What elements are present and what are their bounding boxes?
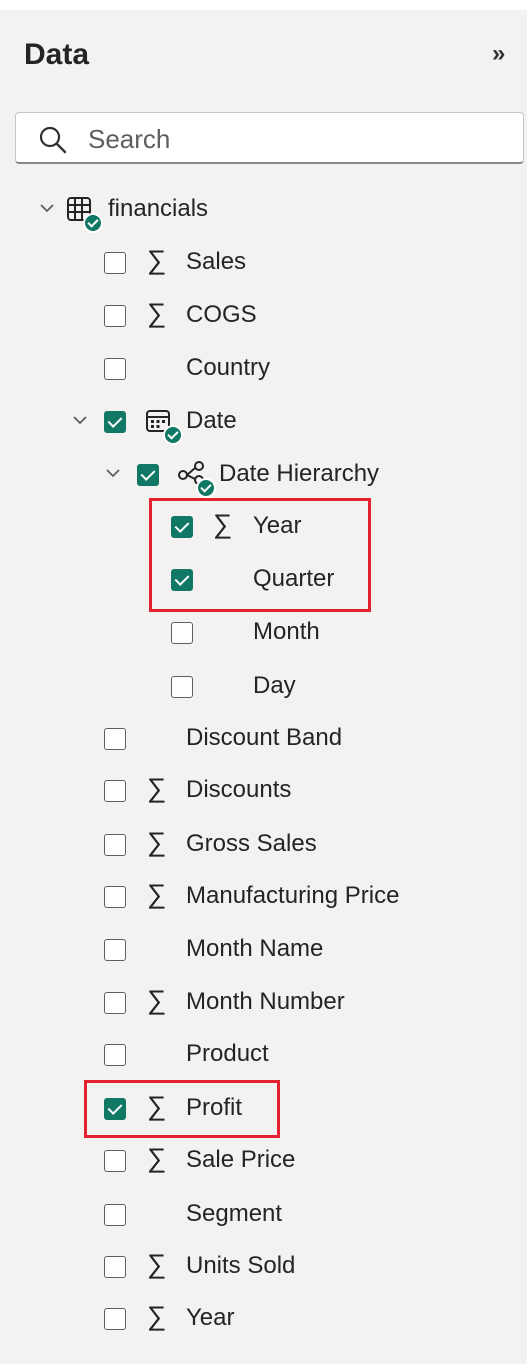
field-checkbox-checked[interactable] [137, 464, 159, 486]
field-row-day[interactable]: Day [0, 663, 527, 713]
field-checkbox[interactable] [171, 622, 193, 644]
field-label: Product [186, 1040, 269, 1067]
field-checkbox[interactable] [171, 676, 193, 698]
field-checkbox[interactable] [104, 1150, 126, 1172]
field-checkbox[interactable] [104, 1204, 126, 1226]
field-label: Units Sold [186, 1252, 296, 1279]
field-row-year[interactable]: ∑ Year [0, 1295, 527, 1345]
field-label: Month Name [186, 935, 324, 962]
table-row-financials[interactable]: financials [0, 186, 527, 236]
chevron-down-icon[interactable] [70, 410, 90, 430]
search-icon [39, 126, 67, 154]
field-label: Manufacturing Price [186, 882, 400, 909]
field-checkbox[interactable] [104, 252, 126, 274]
field-label: Date Hierarchy [219, 460, 380, 487]
field-checkbox[interactable] [104, 358, 126, 380]
sigma-icon: ∑ [147, 879, 167, 909]
sigma-icon: ∑ [147, 1301, 167, 1331]
sigma-icon: ∑ [147, 298, 167, 328]
field-checkbox[interactable] [104, 834, 126, 856]
field-label: Discount Band [186, 724, 343, 751]
sigma-icon: ∑ [147, 1143, 167, 1173]
field-row-segment[interactable]: Segment [0, 1191, 527, 1241]
field-checkbox[interactable] [104, 305, 126, 327]
field-row-month[interactable]: Month [0, 609, 527, 659]
sigma-icon: ∑ [147, 985, 167, 1015]
chevron-down-icon[interactable] [37, 198, 57, 218]
field-label: Sale Price [186, 1146, 296, 1173]
field-checkbox-checked[interactable] [104, 411, 126, 433]
field-checkbox[interactable] [104, 939, 126, 961]
field-label: Year [186, 1304, 235, 1331]
sigma-icon: ∑ [147, 1249, 167, 1279]
field-checkbox[interactable] [104, 886, 126, 908]
field-row-product[interactable]: Product [0, 1031, 527, 1081]
highlight-box-profit [84, 1080, 280, 1138]
field-checkbox[interactable] [104, 780, 126, 802]
loaded-check-icon [196, 478, 216, 498]
field-checkbox[interactable] [104, 728, 126, 750]
field-label: Date [186, 407, 237, 434]
field-row-manufacturing-price[interactable]: ∑ Manufacturing Price [0, 873, 527, 923]
field-row-date-hierarchy[interactable]: Date Hierarchy [0, 451, 527, 501]
sigma-icon: ∑ [147, 827, 167, 857]
field-label: Gross Sales [186, 830, 317, 857]
collapse-pane-icon[interactable]: » [492, 42, 505, 66]
field-row-sale-price[interactable]: ∑ Sale Price [0, 1137, 527, 1187]
field-row-date[interactable]: Date [0, 398, 527, 448]
field-row-country[interactable]: Country [0, 345, 527, 395]
field-row-sales[interactable]: ∑ Sales [0, 239, 527, 289]
field-row-units-sold[interactable]: ∑ Units Sold [0, 1243, 527, 1293]
sigma-icon: ∑ [147, 245, 167, 275]
field-label: Discounts [186, 776, 292, 803]
field-label: Month [253, 618, 320, 645]
table-label: financials [108, 195, 209, 222]
field-checkbox[interactable] [104, 1256, 126, 1278]
field-label: Segment [186, 1200, 283, 1227]
field-checkbox[interactable] [104, 1044, 126, 1066]
field-checkbox[interactable] [104, 992, 126, 1014]
field-row-discounts[interactable]: ∑ Discounts [0, 767, 527, 817]
field-row-cogs[interactable]: ∑ COGS [0, 292, 527, 342]
search-box[interactable] [15, 112, 524, 164]
chevron-down-icon[interactable] [103, 463, 123, 483]
field-checkbox[interactable] [104, 1308, 126, 1330]
field-row-discount-band[interactable]: Discount Band [0, 715, 527, 765]
field-label: Day [253, 672, 296, 699]
field-row-month-name[interactable]: Month Name [0, 926, 527, 976]
loaded-check-icon [163, 425, 183, 445]
sigma-icon: ∑ [147, 773, 167, 803]
search-input[interactable] [86, 119, 510, 159]
highlight-box-year-quarter [149, 498, 371, 612]
top-strip [0, 0, 527, 10]
field-label: Month Number [186, 988, 345, 1015]
field-label: Sales [186, 248, 247, 275]
field-label: COGS [186, 301, 257, 328]
loaded-check-icon [83, 213, 103, 233]
field-row-month-number[interactable]: ∑ Month Number [0, 979, 527, 1029]
field-row-gross-sales[interactable]: ∑ Gross Sales [0, 821, 527, 871]
field-label: Country [186, 354, 271, 381]
pane-title: Data [24, 38, 90, 71]
